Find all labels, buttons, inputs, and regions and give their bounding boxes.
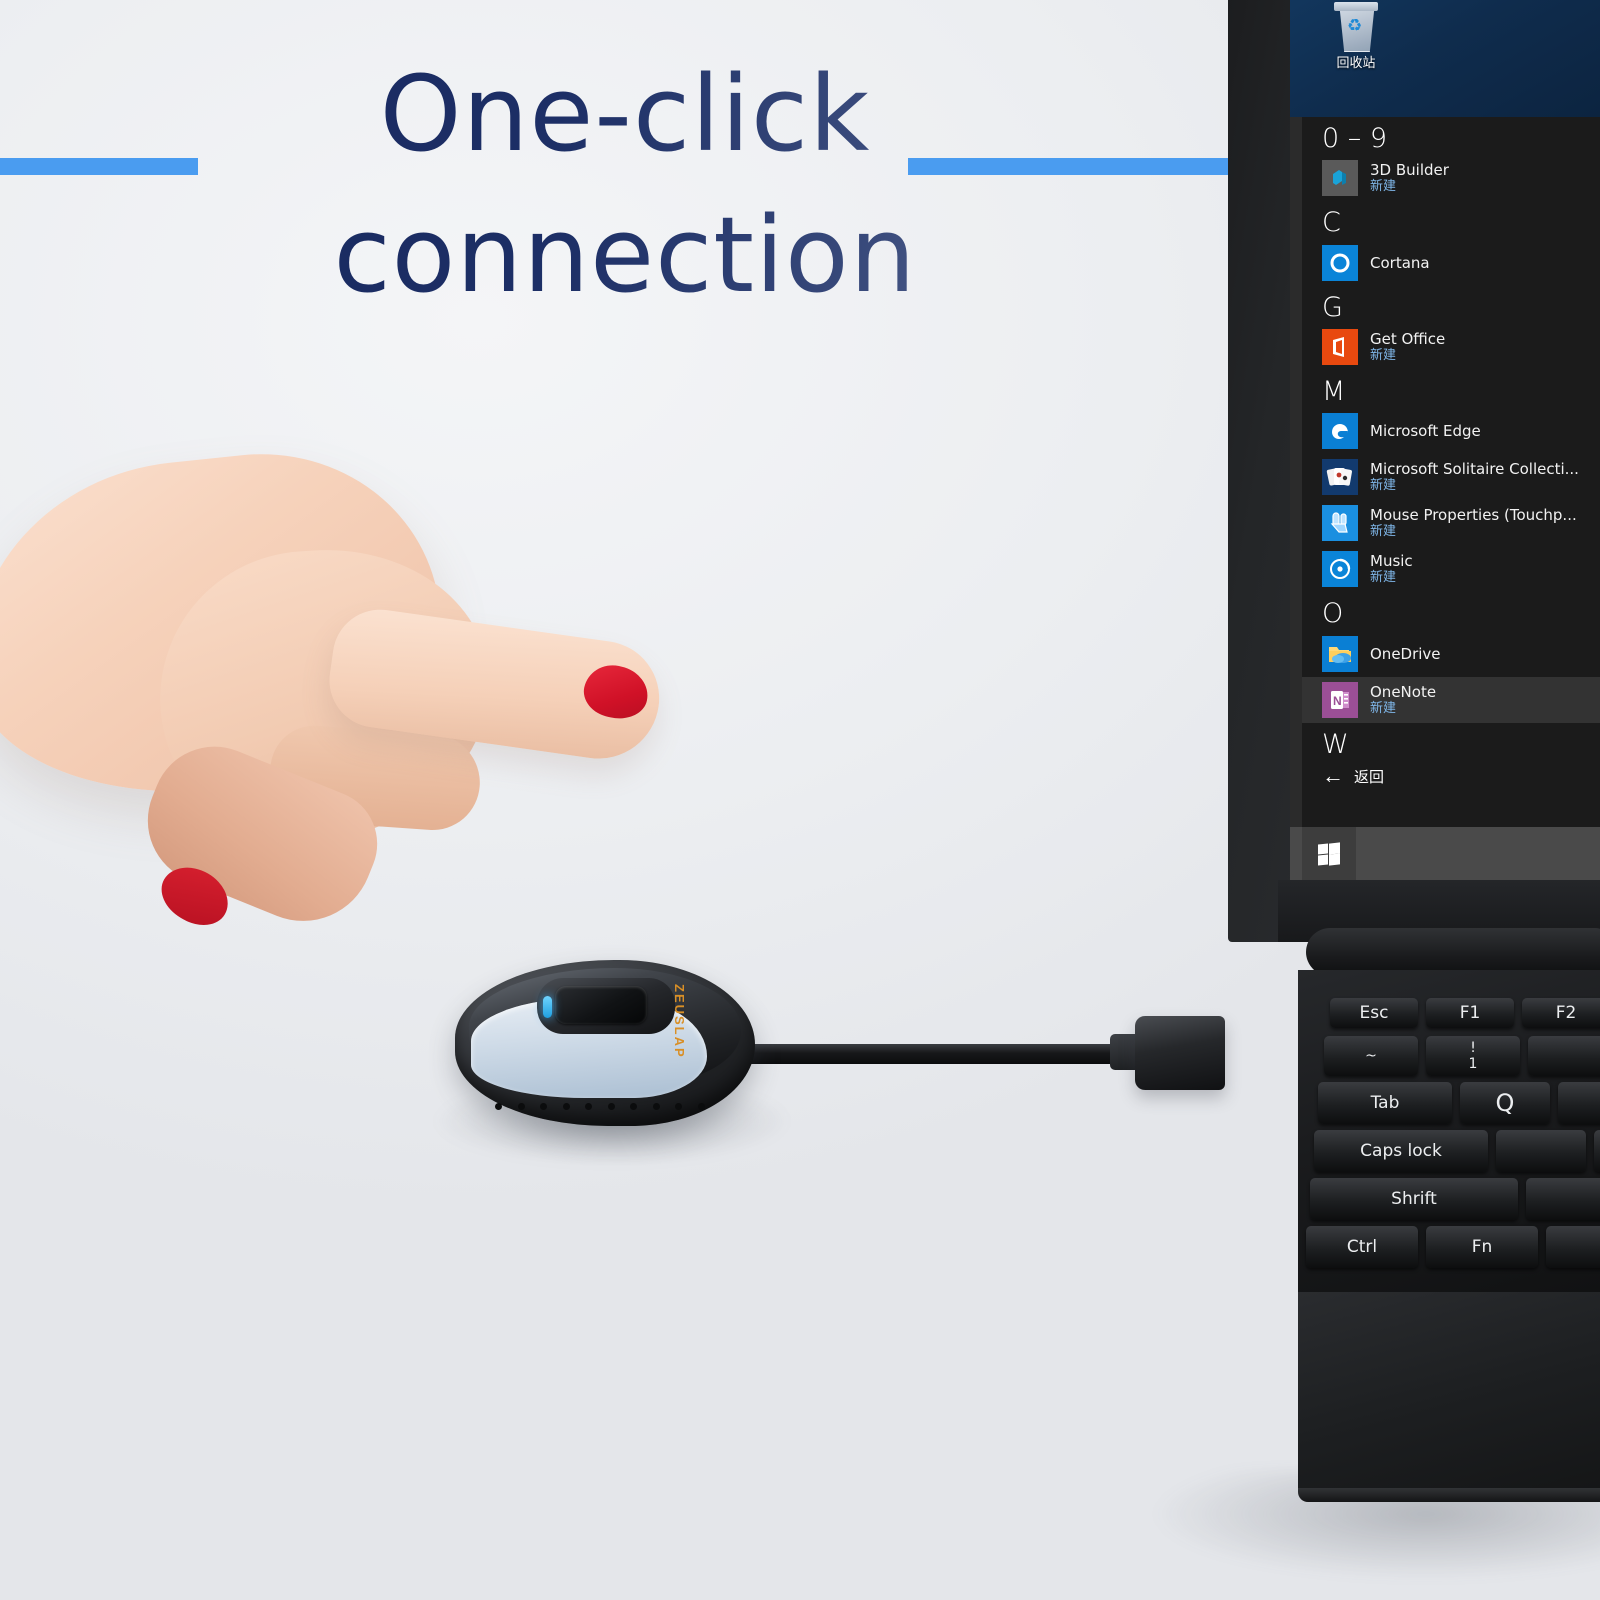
start-menu-item-onedrive[interactable]: OneDrive — [1302, 631, 1600, 677]
recycle-bin-label: 回收站 — [1336, 56, 1376, 71]
music-icon — [1322, 551, 1358, 588]
arrow-left-icon: ← — [1322, 763, 1344, 789]
key-1[interactable]: ! 1 — [1426, 1036, 1520, 1076]
laptop-base: Esc F1 F2 ~ ! 1 Tab Q Caps lock Shrift C… — [1298, 970, 1600, 1310]
keyboard-row-tab: Tab Q — [1318, 1082, 1600, 1124]
key-shift[interactable]: Shrift — [1310, 1178, 1518, 1220]
laptop-hinge — [1306, 928, 1600, 976]
key-a[interactable] — [1496, 1130, 1586, 1172]
start-menu-item-get-office[interactable]: Get Office 新建 — [1302, 324, 1600, 370]
app-label: Get Office — [1370, 329, 1446, 348]
taskbar — [1290, 827, 1600, 880]
usb-connector-plug — [1135, 1016, 1225, 1090]
app-label: Microsoft Solitaire Collecti... — [1370, 460, 1579, 479]
accent-rule-left — [0, 158, 198, 175]
app-label: OneDrive — [1370, 644, 1441, 663]
onenote-icon: N — [1322, 681, 1358, 718]
start-menu-item-onenote[interactable]: N OneNote 新建 — [1302, 676, 1600, 723]
section-header[interactable]: G — [1302, 286, 1600, 324]
start-menu-back-button[interactable]: ← 返回 — [1302, 761, 1600, 793]
key-1-bottom: 1 — [1468, 1055, 1478, 1072]
recycle-bin-icon: ♻ — [1333, 0, 1379, 52]
key-q[interactable]: Q — [1460, 1082, 1550, 1124]
onedrive-icon — [1322, 635, 1358, 672]
pointing-hand — [0, 430, 690, 990]
app-sublabel: 新建 — [1370, 347, 1397, 363]
svg-text:N: N — [1333, 694, 1342, 708]
device-brand-label: ZEUSLAP — [672, 984, 687, 1059]
start-menu-item-cortana[interactable]: Cortana — [1302, 240, 1600, 286]
app-label: Mouse Properties (Touchp... — [1370, 506, 1577, 525]
key-f2[interactable]: F2 — [1522, 998, 1600, 1028]
app-sublabel: 新建 — [1370, 700, 1397, 716]
start-menu-app-list[interactable]: 0 – 9 3D Builder 新建 C Cortana G Get Offi… — [1302, 117, 1600, 827]
cortana-icon — [1322, 244, 1358, 281]
device-sensor-window — [555, 986, 647, 1024]
3d-builder-icon — [1322, 160, 1358, 197]
laptop-screen: ♻ 回收站 0 – 9 3D Builder 新建 C Cortana G Ge… — [1290, 0, 1600, 880]
app-label: OneNote — [1370, 682, 1437, 701]
key-s[interactable] — [1594, 1130, 1600, 1172]
keyboard-row-ctrl: Ctrl Fn — [1306, 1226, 1600, 1268]
start-menu-item-mouse-properties[interactable]: Mouse Properties (Touchp... 新建 — [1302, 500, 1600, 546]
app-label: Music — [1370, 552, 1413, 571]
key-z[interactable] — [1526, 1178, 1600, 1220]
fingerprint-dongle-device: ZEUSLAP — [437, 960, 787, 1164]
key-tilde[interactable]: ~ — [1324, 1036, 1418, 1076]
app-sublabel: 新建 — [1370, 478, 1397, 494]
key-w[interactable] — [1558, 1082, 1600, 1124]
device-vents — [495, 1100, 705, 1112]
key-1-top: ! — [1470, 1039, 1476, 1056]
solitaire-icon — [1322, 459, 1358, 496]
mouse-properties-icon — [1322, 505, 1358, 542]
start-menu-item-microsoft-solitaire[interactable]: Microsoft Solitaire Collecti... 新建 — [1302, 454, 1600, 500]
section-header[interactable]: O — [1302, 592, 1600, 630]
laptop-base-edge — [1298, 1488, 1600, 1502]
start-menu-item-microsoft-edge[interactable]: Microsoft Edge — [1302, 408, 1600, 454]
key-tilde-label: ~ — [1365, 1047, 1377, 1064]
keyboard-row-function: Esc F1 F2 — [1330, 998, 1600, 1028]
app-sublabel: 新建 — [1370, 179, 1397, 195]
status-led-icon — [543, 996, 552, 1018]
start-menu-item-3d-builder[interactable]: 3D Builder 新建 — [1302, 155, 1600, 201]
section-header[interactable]: 0 – 9 — [1302, 117, 1600, 155]
app-label: Microsoft Edge — [1370, 422, 1481, 441]
headline-line-2: connection — [0, 189, 1250, 322]
usb-cable — [735, 1044, 1145, 1064]
windows-logo-icon — [1318, 841, 1340, 866]
section-header[interactable]: C — [1302, 201, 1600, 239]
product-marketing-image: One-click connection ZEUSLAP ♻ 回收站 0 – 9… — [0, 0, 1600, 1600]
key-tab[interactable]: Tab — [1318, 1082, 1452, 1124]
laptop-palmrest — [1298, 1292, 1600, 1500]
key-fn[interactable]: Fn — [1426, 1226, 1538, 1268]
start-menu-rail — [1290, 117, 1302, 827]
app-label: Cortana — [1370, 253, 1430, 272]
accent-rule-right — [908, 158, 1248, 175]
app-sublabel: 新建 — [1370, 570, 1397, 586]
section-header[interactable]: W — [1302, 723, 1600, 761]
section-header[interactable]: M — [1302, 370, 1600, 408]
key-2[interactable] — [1528, 1036, 1600, 1076]
key-f1[interactable]: F1 — [1426, 998, 1514, 1028]
key-caps-lock[interactable]: Caps lock — [1314, 1130, 1488, 1172]
keyboard-row-number: ~ ! 1 — [1324, 1036, 1600, 1076]
start-menu: 0 – 9 3D Builder 新建 C Cortana G Get Offi… — [1290, 117, 1600, 827]
key-ctrl[interactable]: Ctrl — [1306, 1226, 1418, 1268]
app-sublabel: 新建 — [1370, 524, 1397, 540]
office-icon — [1322, 329, 1358, 366]
start-button[interactable] — [1302, 827, 1356, 880]
back-label: 返回 — [1354, 767, 1385, 786]
app-label: 3D Builder — [1370, 161, 1449, 180]
desktop-wallpaper: ♻ 回收站 — [1290, 0, 1600, 117]
laptop: ♻ 回收站 0 – 9 3D Builder 新建 C Cortana G Ge… — [1228, 0, 1600, 1552]
edge-icon — [1322, 413, 1358, 450]
keyboard-row-shift: Shrift — [1310, 1178, 1600, 1220]
keyboard-row-caps: Caps lock — [1314, 1130, 1600, 1172]
desktop-icon-recycle-bin[interactable]: ♻ 回收站 — [1314, 0, 1398, 71]
key-win[interactable] — [1546, 1226, 1600, 1268]
marketing-headline: One-click connection — [0, 48, 1250, 322]
start-menu-item-music[interactable]: Music 新建 — [1302, 546, 1600, 592]
key-esc[interactable]: Esc — [1330, 998, 1418, 1028]
